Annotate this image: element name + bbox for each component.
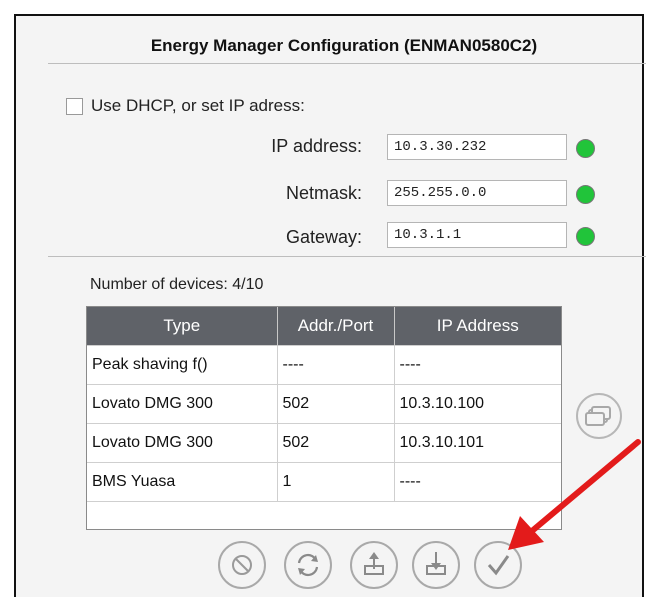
upload-icon <box>364 552 384 575</box>
netmask-field[interactable]: 255.255.0.0 <box>387 180 567 206</box>
column-header-ip-address: IP Address <box>394 307 561 346</box>
ip-status-indicator <box>576 139 595 158</box>
cell-type: BMS Yuasa <box>87 462 278 502</box>
annotation-arrow-icon <box>508 439 641 550</box>
download-icon <box>426 552 446 575</box>
gateway-field[interactable]: 10.3.1.1 <box>387 222 567 248</box>
download-button[interactable] <box>412 541 460 589</box>
ip-address-field[interactable]: 10.3.30.232 <box>387 134 567 160</box>
table-row[interactable]: Lovato DMG 300 502 10.3.10.100 <box>87 384 561 424</box>
dhcp-label: Use DHCP, or set IP adress: <box>91 96 305 115</box>
copy-button[interactable] <box>576 393 622 439</box>
cancel-icon <box>232 555 252 575</box>
page-title: Energy Manager Configuration (ENMAN0580C… <box>150 36 538 55</box>
cell-addr-port: 502 <box>276 384 395 424</box>
cell-addr-port: ---- <box>276 345 395 385</box>
column-header-type: Type <box>87 307 278 346</box>
dhcp-checkbox[interactable] <box>66 97 83 115</box>
table-row[interactable]: Peak shaving f() ---- ---- <box>87 345 561 385</box>
cell-addr-port: 1 <box>276 462 395 502</box>
cell-type: Peak shaving f() <box>87 345 278 385</box>
cell-addr-port: 502 <box>276 423 395 463</box>
cancel-button[interactable] <box>218 541 266 589</box>
dhcp-option[interactable]: Use DHCP, or set IP adress: <box>66 96 305 116</box>
copy-icon <box>585 406 611 426</box>
netmask-status-indicator <box>576 185 595 204</box>
cell-ip-address: ---- <box>393 345 561 385</box>
upload-button[interactable] <box>350 541 398 589</box>
netmask-label: Netmask: <box>285 183 362 203</box>
cell-ip-address: 10.3.10.100 <box>393 384 561 424</box>
cell-type: Lovato DMG 300 <box>87 423 278 463</box>
device-count: Number of devices: 4/10 <box>90 276 264 293</box>
ip-address-label: IP address: <box>271 136 362 156</box>
refresh-icon <box>297 553 319 577</box>
cell-type: Lovato DMG 300 <box>87 384 278 424</box>
column-header-addr-port: Addr./Port <box>277 307 395 346</box>
gateway-label: Gateway: <box>285 227 362 247</box>
divider <box>48 63 646 64</box>
gateway-status-indicator <box>576 227 595 246</box>
divider <box>48 256 646 257</box>
refresh-button[interactable] <box>284 541 332 589</box>
